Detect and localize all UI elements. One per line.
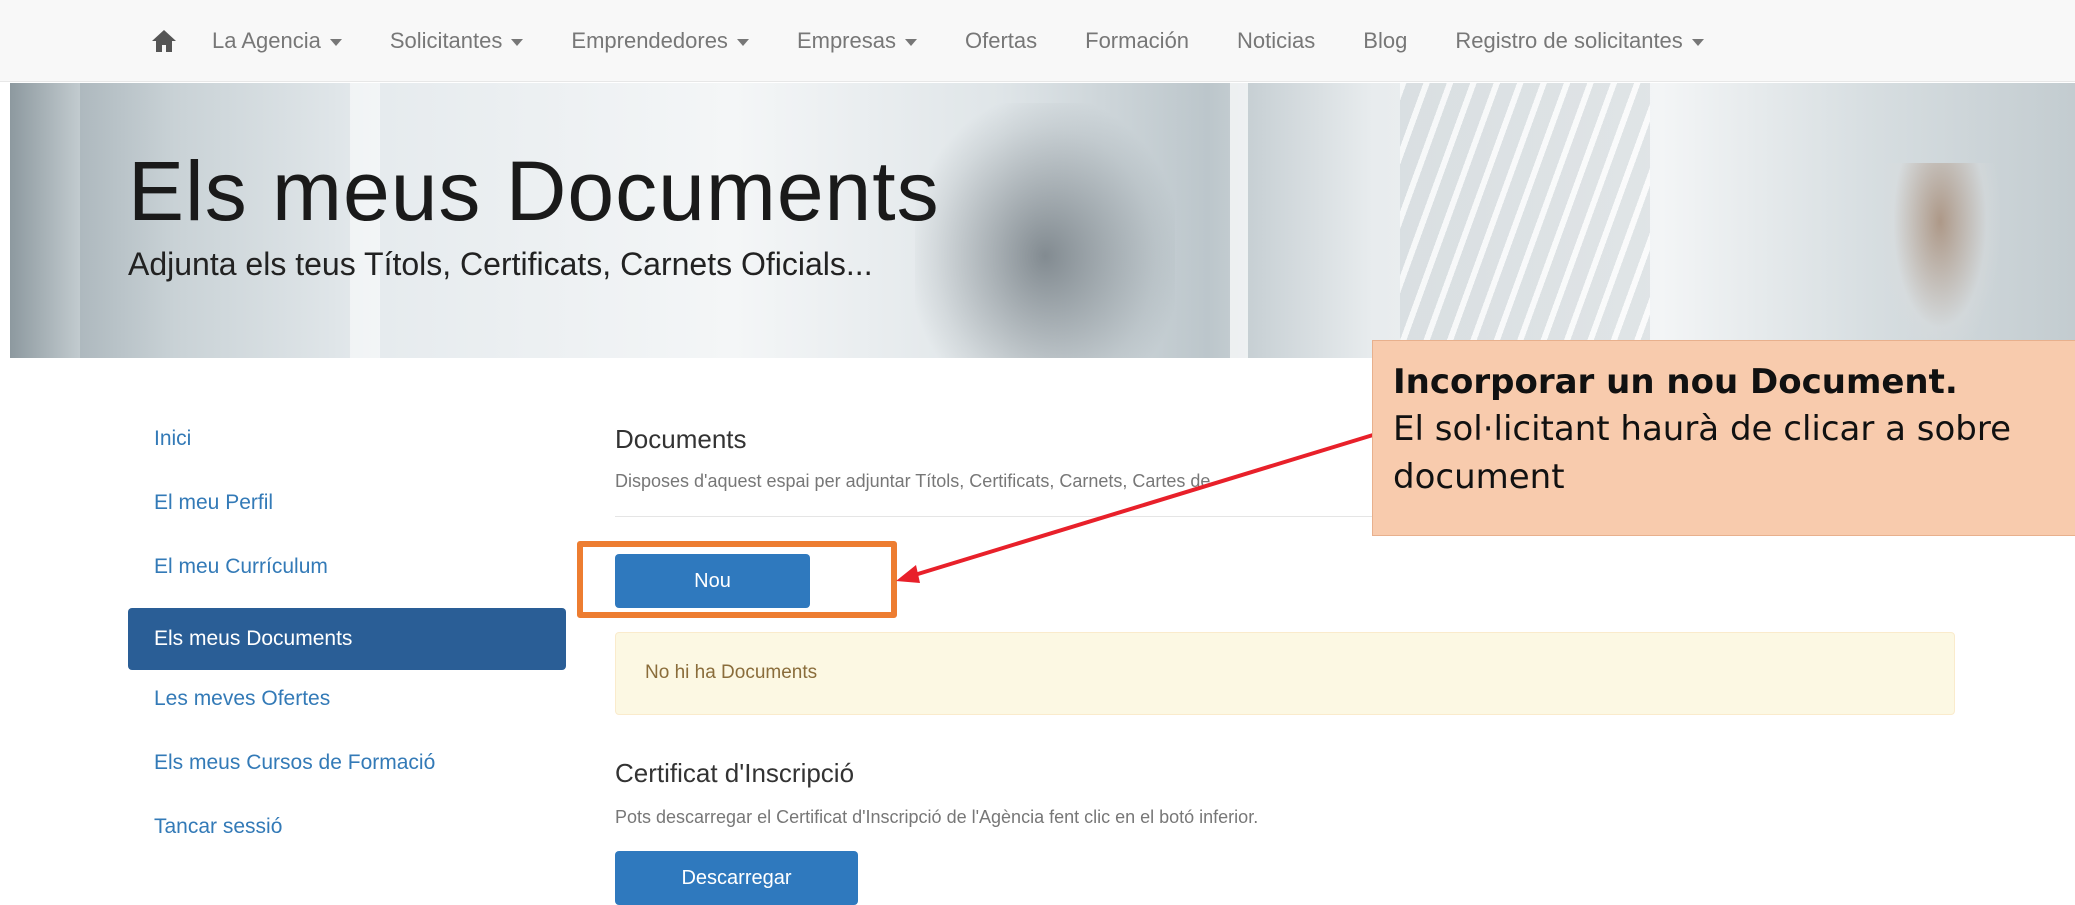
certificate-description: Pots descarregar el Certificat d'Inscrip… <box>615 807 1259 827</box>
nav-item-label: Blog <box>1363 28 1408 53</box>
hero-decoration <box>10 83 80 358</box>
caret-down-icon <box>736 38 749 46</box>
hero-decoration <box>915 103 1175 358</box>
hero-banner: Els meus Documents Adjunta els teus Títo… <box>10 83 2075 358</box>
sidebar-item-perfil[interactable]: El meu Perfil <box>128 478 566 542</box>
nav-item-label: Ofertas <box>964 28 1038 53</box>
certificate-section: Certificat d'Inscripció Pots descarregar… <box>615 758 1955 828</box>
nav-item-registro[interactable]: Registro de solicitantes <box>1455 28 1704 54</box>
sidebar-item-logout[interactable]: Tancar sessió <box>128 802 566 866</box>
sidebar-item-curriculum[interactable]: El meu Currículum <box>128 542 566 606</box>
hero-decoration <box>1230 83 1248 358</box>
nav-item-label: Formación <box>1085 28 1190 53</box>
nav-item-emprendedores[interactable]: Emprendedores <box>571 28 749 54</box>
nav-item-label: Emprendedores <box>571 28 728 53</box>
home-icon[interactable] <box>150 27 178 55</box>
hero-decoration <box>1880 163 2000 358</box>
nav-menu: La Agencia Solicitantes Emprendedores Em… <box>150 0 1752 82</box>
download-certificate-button[interactable]: Descarregar <box>615 851 858 905</box>
nav-item-label: Solicitantes <box>389 28 503 53</box>
empty-documents-alert: No hi ha Documents <box>615 632 1955 715</box>
sidebar: Inici El meu Perfil El meu Currículum El… <box>128 414 566 866</box>
page-title: Els meus Documents <box>128 144 940 238</box>
sidebar-item-documents[interactable]: Els meus Documents <box>128 608 566 670</box>
nav-item-la-agencia[interactable]: La Agencia <box>212 28 342 54</box>
page-subtitle: Adjunta els teus Títols, Certificats, Ca… <box>128 246 873 282</box>
callout-line: document <box>1393 457 1565 497</box>
top-navbar: La Agencia Solicitantes Emprendedores Em… <box>0 0 2075 82</box>
annotation-callout: Incorporar un nou Document. El sol·licit… <box>1372 340 2075 536</box>
nav-item-label: Empresas <box>796 28 896 53</box>
nav-item-label: Noticias <box>1237 28 1316 53</box>
certificate-title: Certificat d'Inscripció <box>615 758 855 788</box>
nav-item-blog[interactable]: Blog <box>1363 28 1407 54</box>
caret-down-icon <box>1691 38 1704 46</box>
sidebar-item-ofertes[interactable]: Les meves Ofertes <box>128 674 566 738</box>
callout-line: El sol·licitant haurà de clicar a sobre <box>1393 409 2012 449</box>
annotation-arrow <box>896 433 1374 583</box>
nav-item-label: La Agencia <box>212 28 321 53</box>
highlight-box <box>577 541 897 618</box>
nav-item-label: Registro de solicitantes <box>1455 28 1683 53</box>
sidebar-item-cursos[interactable]: Els meus Cursos de Formació <box>128 738 566 802</box>
callout-title: Incorporar un nou Document. <box>1393 362 1958 402</box>
caret-down-icon <box>904 38 917 46</box>
sidebar-item-inici[interactable]: Inici <box>128 414 566 478</box>
caret-down-icon <box>511 38 524 46</box>
hero-decoration <box>1400 83 1650 358</box>
caret-down-icon <box>329 38 342 46</box>
nav-item-formacion[interactable]: Formación <box>1085 28 1189 54</box>
nav-item-empresas[interactable]: Empresas <box>797 28 917 54</box>
nav-item-noticias[interactable]: Noticias <box>1237 28 1315 54</box>
nav-item-solicitantes[interactable]: Solicitantes <box>390 28 524 54</box>
nav-item-ofertas[interactable]: Ofertas <box>965 28 1037 54</box>
